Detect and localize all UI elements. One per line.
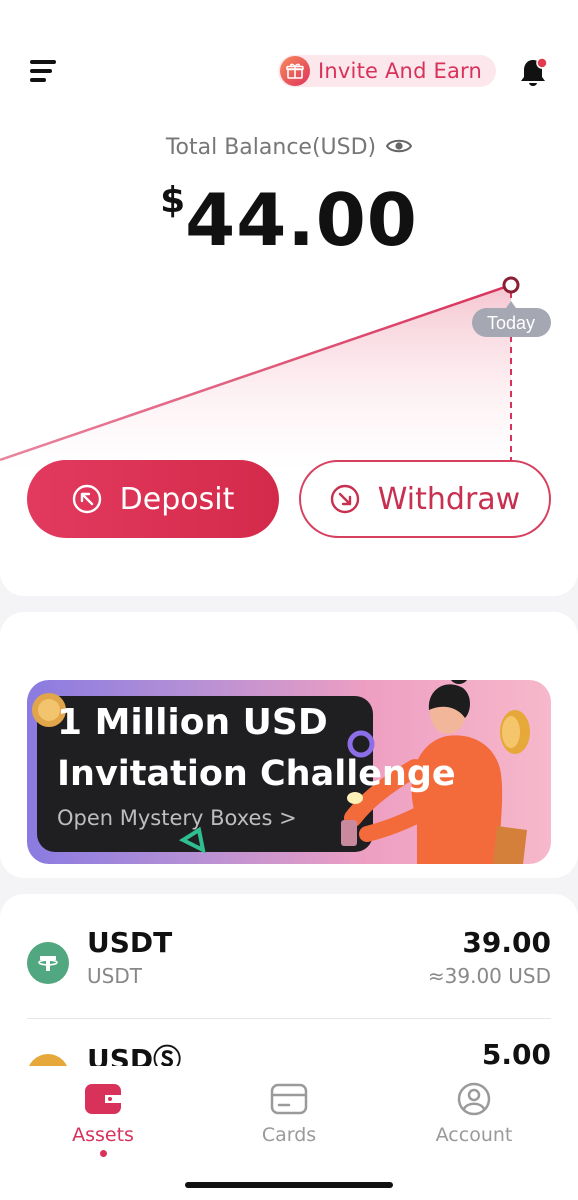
user-circle-icon (414, 1082, 534, 1120)
tab-cards[interactable]: Cards (229, 1082, 349, 1146)
wallet-icon (43, 1082, 163, 1120)
total-balance-label: Total Balance(USD) (0, 135, 578, 161)
hamburger-menu-icon[interactable] (30, 58, 58, 86)
row-divider (27, 1018, 551, 1019)
total-balance-amount: $44.00 (0, 178, 578, 262)
card-icon (229, 1082, 349, 1120)
home-indicator (185, 1182, 393, 1188)
invite-and-earn-button[interactable]: Invite And Earn (278, 55, 496, 87)
arrow-up-left-circle-icon (72, 484, 102, 514)
balance-trend-chart: Today (0, 276, 551, 470)
asset-name: USDT (87, 964, 142, 988)
asset-symbol: USDT (87, 926, 173, 959)
deposit-label: Deposit (119, 481, 235, 517)
bell-icon[interactable] (518, 55, 550, 89)
tab-assets[interactable]: Assets (43, 1082, 163, 1157)
asset-usd-value: ≈39.00 USD (427, 964, 551, 988)
gift-icon (280, 56, 310, 86)
tab-assets-label: Assets (72, 1124, 134, 1146)
tab-account-label: Account (435, 1124, 513, 1146)
tab-account[interactable]: Account (414, 1082, 534, 1146)
balance-value: 44.00 (185, 178, 418, 262)
currency-symbol: $ (160, 180, 186, 221)
withdraw-label: Withdraw (377, 481, 521, 517)
tab-cards-label: Cards (261, 1124, 317, 1146)
active-tab-indicator (99, 1150, 107, 1157)
arrow-down-right-circle-icon (330, 484, 360, 514)
banner-title-line2: Invitation Challenge (57, 754, 456, 794)
asset-amount: 39.00 (462, 926, 551, 959)
chart-area (0, 285, 511, 470)
today-label: Today (487, 313, 535, 333)
today-point (502, 276, 520, 294)
invite-label: Invite And Earn (318, 59, 482, 83)
banner-title-line1: 1 Million USD (57, 702, 328, 743)
asset-row-usdt[interactable]: USDT USDT 39.00 ≈39.00 USD (27, 920, 551, 1000)
open-mystery-boxes-link[interactable]: Open Mystery Boxes > (57, 806, 297, 830)
tether-icon (27, 942, 69, 984)
eye-icon[interactable] (385, 136, 413, 161)
deposit-button[interactable]: Deposit (27, 460, 279, 538)
total-balance-text: Total Balance(USD) (165, 135, 377, 160)
invitation-challenge-banner[interactable]: 1 Million USD Invitation Challenge Open … (27, 680, 551, 864)
bottom-tab-bar: Assets Cards Account (0, 1066, 578, 1200)
balance-card: Invite And Earn Total Balance(USD) $44.0… (0, 0, 578, 596)
withdraw-button[interactable]: Withdraw (299, 460, 551, 538)
